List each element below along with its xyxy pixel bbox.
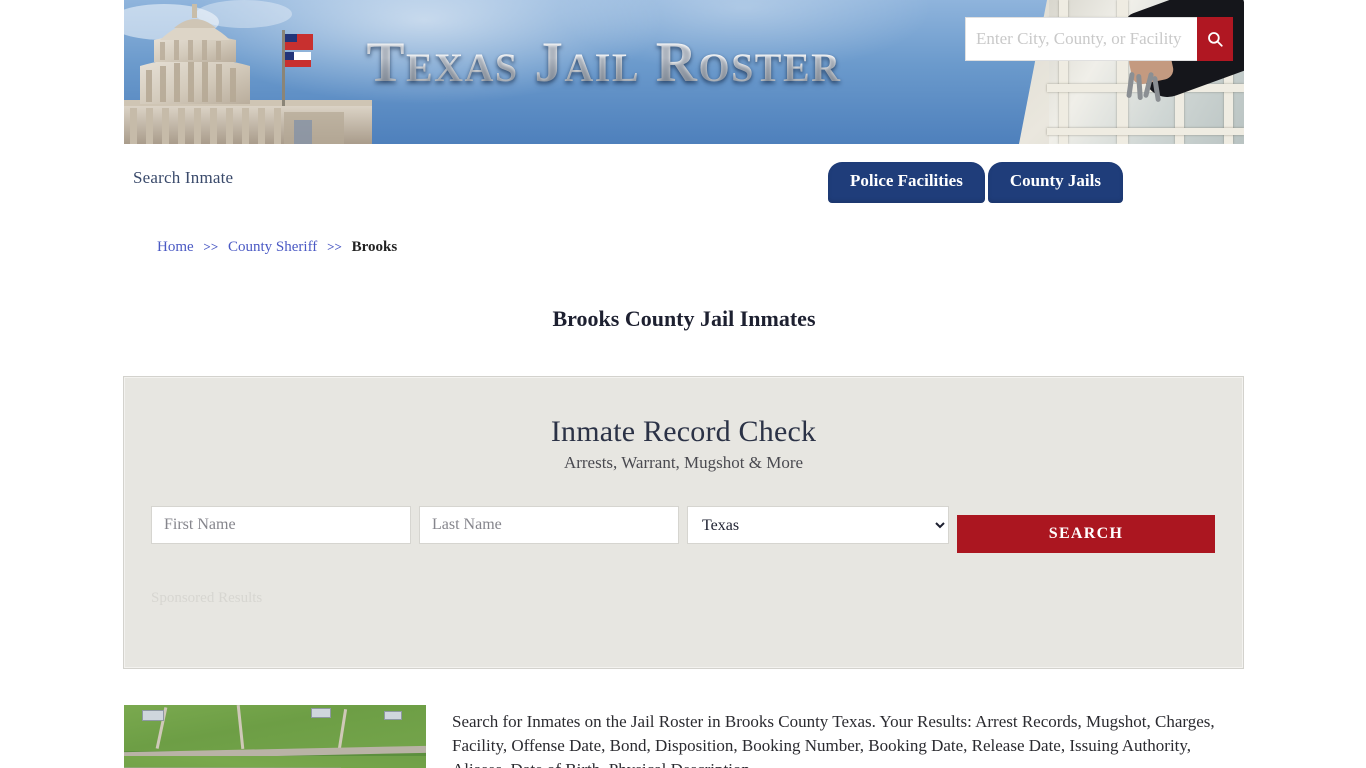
inmate-search-button[interactable]: SEARCH [957,515,1215,553]
facility-search-button[interactable] [1197,17,1233,61]
facility-search-box [965,17,1197,61]
thumbnail-building [311,708,332,718]
panel-subheading: Arrests, Warrant, Mugshot & More [563,453,804,472]
sponsored-results-label: Sponsored Results [151,590,263,606]
nav-brand-search-inmate[interactable]: Search Inmate [133,168,233,188]
facility-aerial-thumbnail[interactable] [124,705,426,768]
thumbnail-field-upper [124,705,426,751]
first-name-input[interactable] [151,506,411,544]
panel-heading: Inmate Record Check [550,415,817,448]
thumbnail-building [383,711,402,720]
breadcrumb-separator: >> [327,239,342,254]
breadcrumb: Home >> County Sheriff >> Brooks [157,239,397,256]
nav-tab-police-facilities[interactable]: Police Facilities [828,162,985,203]
page-title: Brooks County Jail Inmates [552,305,816,331]
last-name-input[interactable] [419,506,679,544]
breadcrumb-link-home[interactable]: Home [157,239,194,255]
jail-bar [1047,128,1244,135]
nav-tab-county-jails[interactable]: County Jails [987,162,1123,203]
search-icon [1206,30,1224,48]
breadcrumb-separator: >> [203,239,219,254]
nav-tabs: Police Facilities County Jails [828,162,1123,203]
facility-search-input[interactable] [966,18,1197,60]
inmate-record-check-panel: Inmate Record Check Arrests, Warrant, Mu… [123,376,1244,669]
facility-content-section: Search for Inmates on the Jail Roster in… [124,705,1244,768]
inmate-search-form: Texas SEARCH [124,506,1243,553]
state-select[interactable]: Texas [687,506,949,544]
breadcrumb-current-brooks: Brooks [351,239,398,255]
breadcrumb-link-county-sheriff[interactable]: County Sheriff [228,239,317,255]
page-root: Texas Jail Roster Search Inmate Police F… [0,0,1366,768]
thumbnail-building [142,710,165,721]
facility-description-paragraph: Search for Inmates on the Jail Roster in… [452,712,1215,768]
site-navbar: Search Inmate Police Facilities County J… [124,144,1244,220]
